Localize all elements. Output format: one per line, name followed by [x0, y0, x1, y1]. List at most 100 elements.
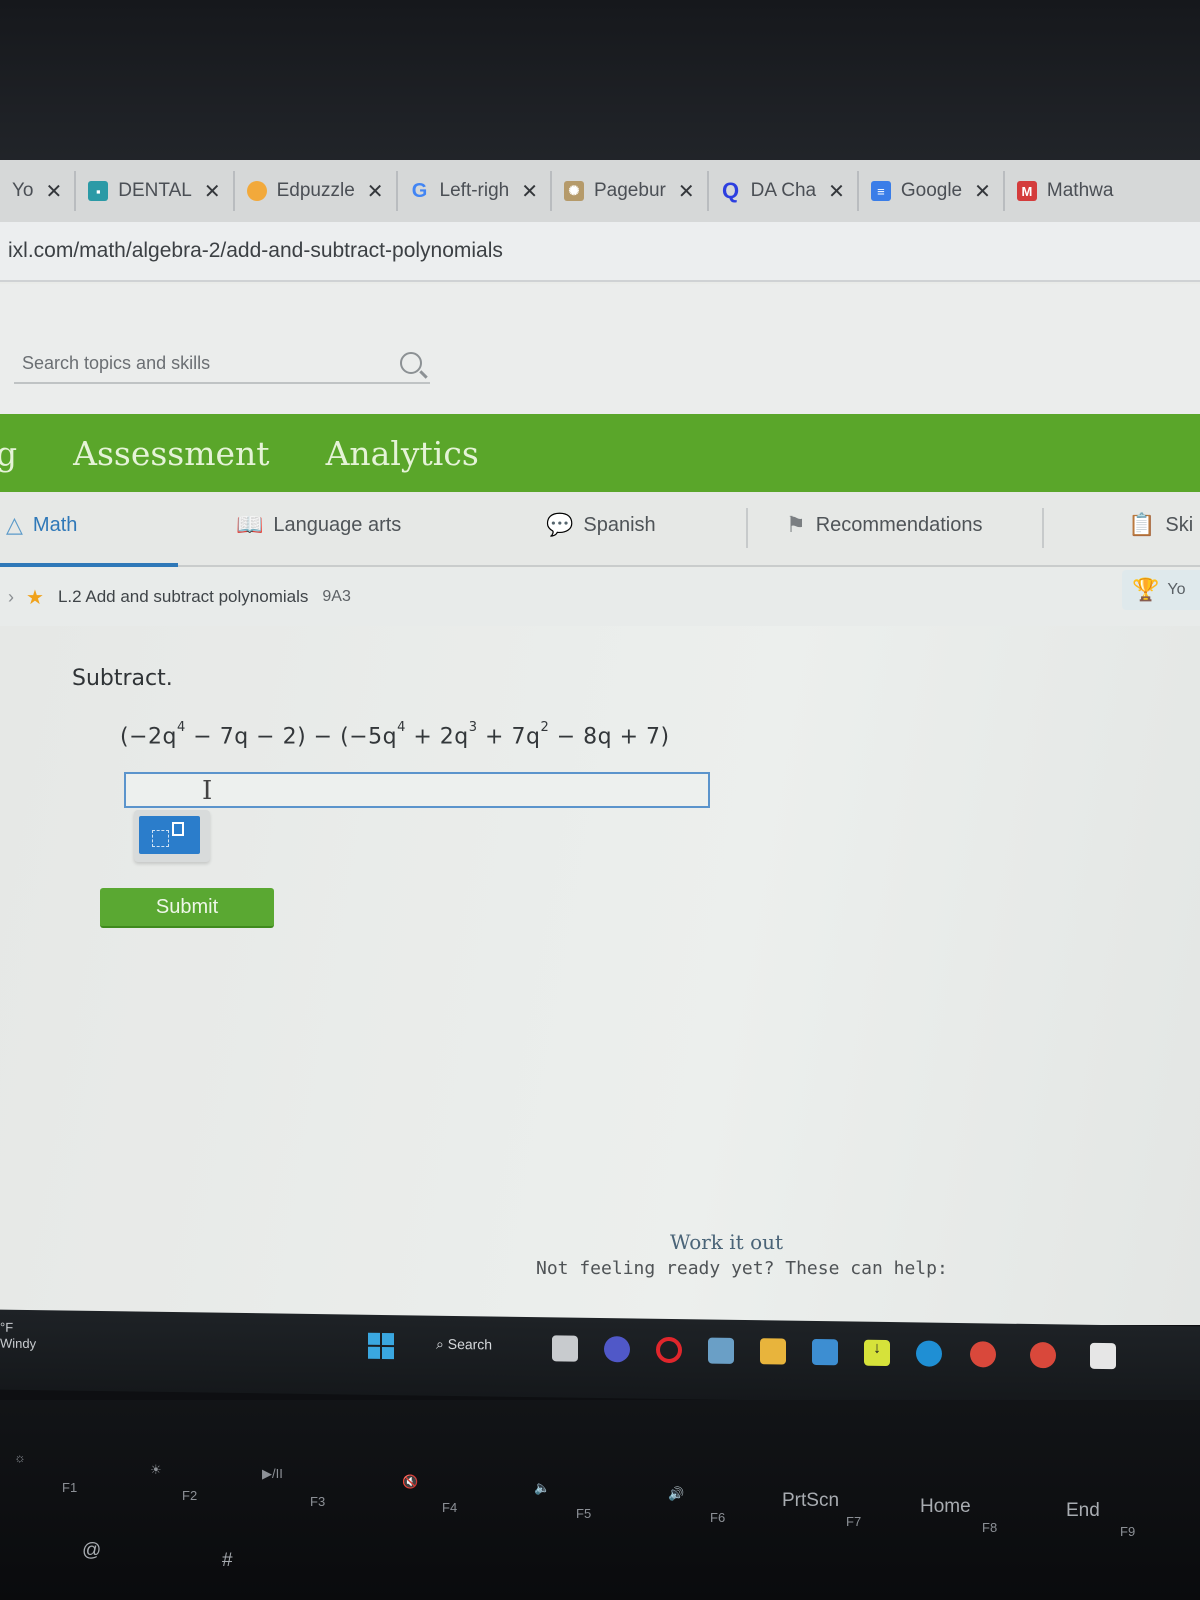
- search-icon[interactable]: [400, 352, 422, 374]
- tab-dental[interactable]: ▪ DENTAL ✕: [76, 171, 235, 211]
- app-icon[interactable]: [1090, 1342, 1116, 1370]
- subject-tab-language-arts[interactable]: 📖 Language arts: [236, 512, 401, 538]
- tab-pageburst[interactable]: ✺ Pagebur ✕: [552, 171, 709, 211]
- subject-tabs: △ Math 📖 Language arts 💬 Spanish ⚑ Recom…: [0, 492, 1200, 567]
- exponent-power-icon: [172, 822, 184, 836]
- download-icon[interactable]: ↓: [864, 1339, 890, 1367]
- subject-tab-recommendations[interactable]: ⚑ Recommendations: [786, 512, 982, 538]
- weather-temp: °F: [0, 1319, 14, 1335]
- widgets-icon[interactable]: [708, 1337, 734, 1364]
- key-f6: F6: [710, 1510, 726, 1525]
- classroom-icon: ▪: [88, 181, 109, 201]
- operator: +: [612, 724, 647, 750]
- tab-google-docs[interactable]: ≡ Google ✕: [859, 171, 1005, 211]
- chrome-profile-icon[interactable]: [970, 1341, 996, 1368]
- polynomial-expression: (−2q4 − 7q − 2) − (−5q4 + 2q3 + 7q2 − 8q…: [120, 720, 670, 750]
- key-f8: F8: [982, 1520, 998, 1535]
- chrome-profile-icon[interactable]: [1030, 1342, 1056, 1369]
- book-icon: 📖: [236, 512, 264, 537]
- close-icon[interactable]: ✕: [828, 179, 845, 204]
- google-docs-icon: ≡: [870, 181, 891, 201]
- term: 7q: [219, 724, 249, 750]
- main-nav: g Assessment Analytics: [0, 414, 1200, 492]
- key-home: Home: [920, 1496, 971, 1517]
- subject-tab-spanish[interactable]: 💬 Spanish: [546, 512, 656, 538]
- text-cursor-icon: I: [202, 776, 213, 806]
- key-f9: F9: [1120, 1524, 1136, 1539]
- trophy-icon: 🏆: [1132, 577, 1160, 602]
- key-end: End: [1066, 1500, 1100, 1521]
- search-input[interactable]: Search topics and skills: [14, 344, 430, 384]
- close-icon[interactable]: ✕: [204, 179, 221, 204]
- nav-item-analytics[interactable]: Analytics: [326, 434, 479, 473]
- key-f3: F3: [310, 1494, 326, 1509]
- close-icon[interactable]: ✕: [521, 179, 538, 204]
- windows-start-icon[interactable]: [368, 1332, 394, 1360]
- award-badge[interactable]: 🏆 Yo: [1122, 570, 1200, 610]
- close-icon[interactable]: ✕: [367, 179, 384, 204]
- divider: [1042, 508, 1044, 548]
- opera-icon[interactable]: [656, 1336, 682, 1364]
- term: 7q: [511, 724, 541, 750]
- tab-label: Edpuzzle: [276, 180, 355, 201]
- tab-edpuzzle[interactable]: Edpuzzle ✕: [235, 171, 398, 211]
- key-prtscn: PrtScn: [782, 1490, 840, 1511]
- answer-input[interactable]: I: [124, 772, 710, 808]
- skill-title: L.2 Add and subtract polynomials: [57, 587, 309, 606]
- file-explorer-icon[interactable]: [760, 1338, 786, 1365]
- pyramid-icon: △: [6, 512, 23, 537]
- subject-label: Language arts: [273, 513, 402, 536]
- signpost-icon: ⚑: [786, 512, 806, 537]
- tab-quizlet[interactable]: Q DA Cha ✕: [709, 171, 859, 211]
- edge-icon[interactable]: [916, 1340, 942, 1367]
- weather-widget[interactable]: °F Windy: [0, 1320, 36, 1353]
- volume-down-icon: 🔈: [534, 1480, 551, 1495]
- close-icon[interactable]: ✕: [974, 179, 991, 204]
- close-icon[interactable]: ✕: [46, 179, 63, 204]
- question-instruction: Subtract.: [72, 666, 173, 691]
- term: 8q: [583, 724, 613, 750]
- volume-up-icon: 🔊: [668, 1486, 685, 1501]
- mathway-icon: M: [1016, 181, 1037, 201]
- ixl-header: Search topics and skills: [0, 284, 1200, 414]
- question-area: Subtract. (−2q4 − 7q − 2) − (−5q4 + 2q3 …: [0, 626, 1200, 1325]
- close-icon[interactable]: ✕: [678, 179, 695, 204]
- tab-yo[interactable]: Yo ✕: [0, 171, 77, 211]
- google-icon: G: [411, 179, 428, 202]
- mute-icon: 🔇: [402, 1474, 419, 1489]
- tab-mathway[interactable]: M Mathwa: [1005, 171, 1126, 211]
- search-placeholder: Search topics and skills: [22, 352, 211, 373]
- term: −5q: [349, 724, 398, 750]
- star-icon: ★: [26, 586, 44, 609]
- brightness-down-icon: ☼: [14, 1450, 26, 1465]
- term: −2q: [129, 724, 177, 750]
- term: 2: [282, 724, 298, 750]
- skill-code: 9A3: [322, 588, 351, 605]
- tab-google-search[interactable]: G Left-righ ✕: [398, 171, 552, 211]
- nav-item-assessment[interactable]: Assessment: [73, 434, 269, 473]
- tab-label: Left-righ: [439, 180, 510, 201]
- key-f5: F5: [576, 1506, 592, 1521]
- submit-button[interactable]: Submit: [100, 888, 274, 928]
- task-view-icon[interactable]: [552, 1335, 578, 1362]
- tab-label: Yo: [12, 180, 34, 201]
- teams-icon[interactable]: [604, 1336, 630, 1363]
- divider: [746, 508, 748, 548]
- quizlet-icon: Q: [722, 178, 740, 203]
- subject-tab-skill-plans[interactable]: 📋 Ski: [1128, 512, 1193, 538]
- tab-label: DENTAL: [118, 180, 192, 201]
- subject-tab-math[interactable]: △ Math: [6, 512, 77, 538]
- screen: Yo ✕ ▪ DENTAL ✕ Edpuzzle ✕ G Left-righ ✕…: [0, 160, 1200, 1325]
- operator: +: [477, 724, 512, 750]
- mail-icon[interactable]: [812, 1338, 838, 1366]
- subject-label: Spanish: [583, 513, 656, 536]
- address-bar[interactable]: ixl.com/math/algebra-2/add-and-subtract-…: [0, 222, 1200, 282]
- nav-item-learning[interactable]: g: [0, 434, 17, 473]
- speech-bubbles-icon: 💬: [546, 512, 574, 537]
- operator: −: [185, 724, 220, 750]
- taskbar-search[interactable]: ⌕ Search: [436, 1336, 492, 1354]
- exponent-button[interactable]: [139, 816, 200, 854]
- chevron-right-icon[interactable]: ›: [8, 587, 14, 608]
- operator: +: [405, 724, 440, 750]
- operator: −: [248, 724, 283, 750]
